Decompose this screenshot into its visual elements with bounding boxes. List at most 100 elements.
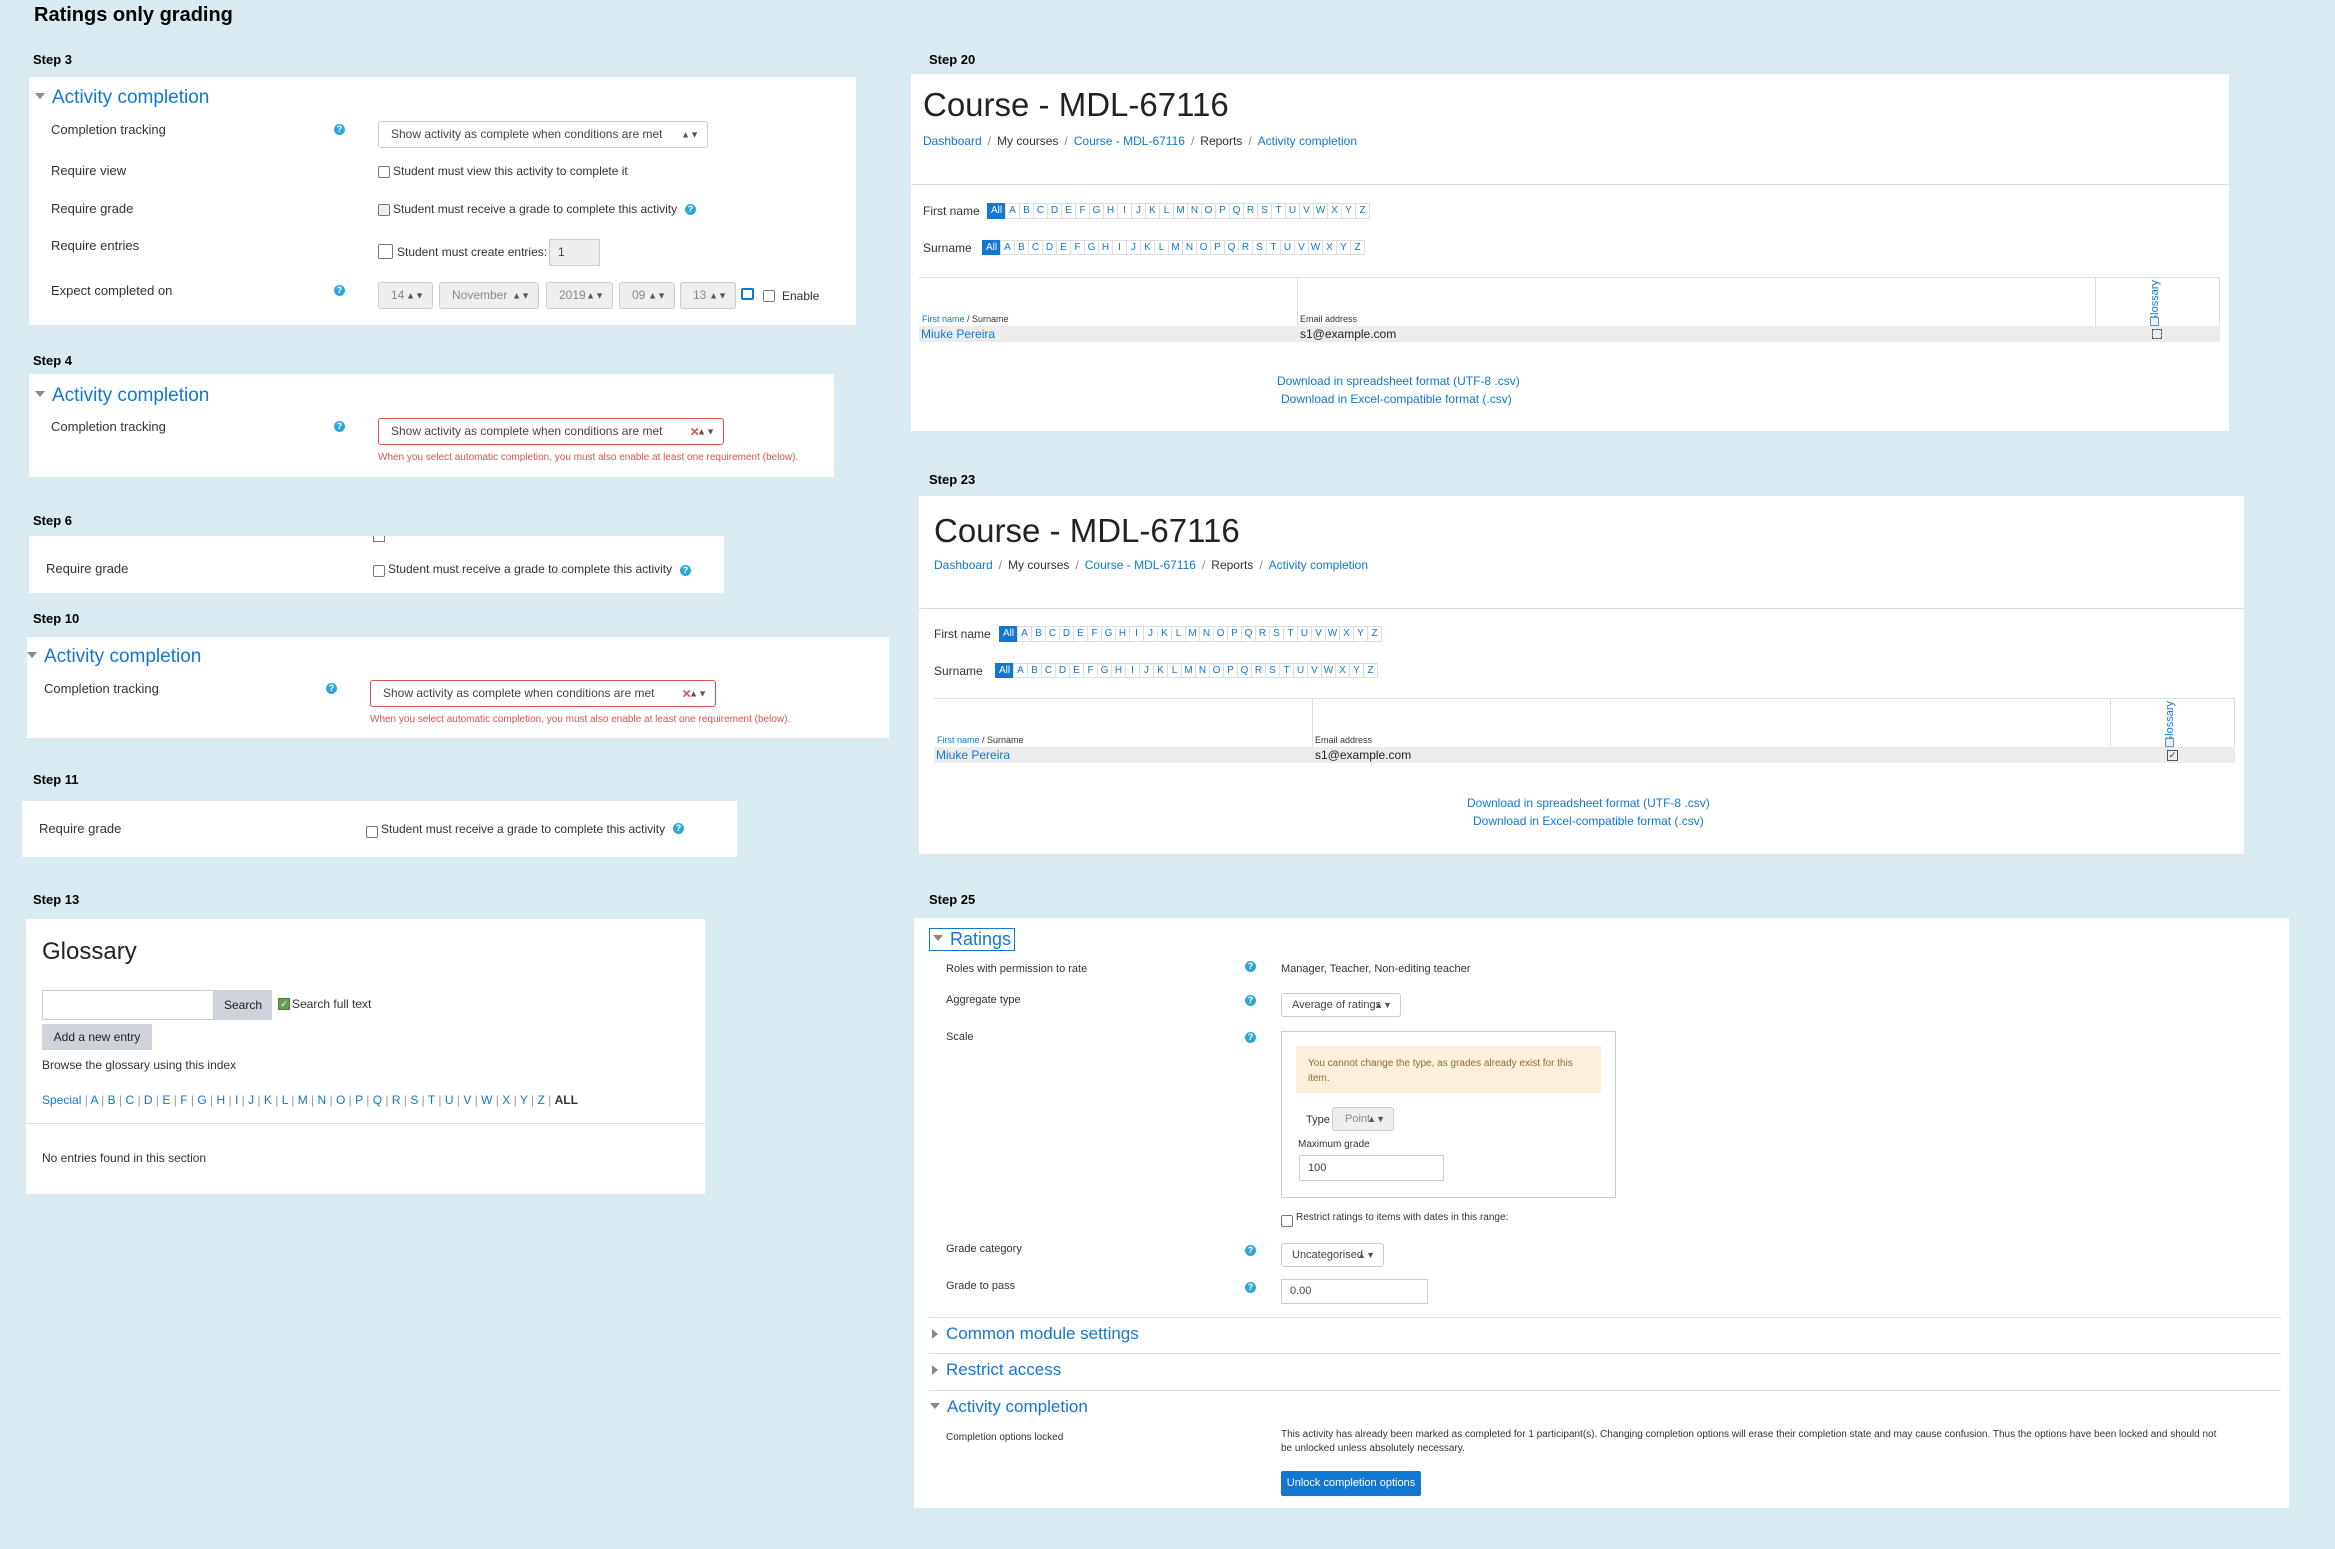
activity-completion-header[interactable]: Activity completion [35,87,209,109]
letter-filter-r[interactable]: R [1251,663,1266,678]
expect-hour-select[interactable]: 09 ▲▼ [619,282,675,309]
glossary-index-t[interactable]: T [428,1093,435,1107]
activity-completion-header[interactable]: Activity completion [35,385,209,407]
letter-filter-z[interactable]: Z [1350,240,1365,255]
expect-month-select[interactable]: November ▲▼ [439,282,539,309]
letter-filter-g[interactable]: G [1089,203,1104,219]
help-icon[interactable]: ? [673,823,684,834]
breadcrumb-dashboard[interactable]: Dashboard [923,134,982,148]
help-icon[interactable]: ? [334,285,345,296]
completion-tracking-select[interactable]: Show activity as complete when condition… [370,680,716,707]
letter-filter-j[interactable]: J [1131,203,1146,219]
download-excel-link[interactable]: Download in Excel-compatible format (.cs… [1281,392,1512,406]
letter-filter-d[interactable]: D [1047,203,1062,219]
letter-filter-j[interactable]: J [1139,663,1154,678]
breadcrumb-my-courses[interactable]: My courses [1008,558,1069,572]
letter-filter-j[interactable]: J [1143,626,1158,642]
letter-filter-t[interactable]: T [1271,203,1286,219]
glossary-index-z[interactable]: Z [537,1093,544,1107]
letter-filter-f[interactable]: F [1083,663,1098,678]
letter-filter-h[interactable]: H [1115,626,1130,642]
letter-filter-p[interactable]: P [1223,663,1238,678]
type-select[interactable]: Point ▲▼ [1332,1107,1394,1131]
letter-filter-p[interactable]: P [1215,203,1230,219]
letter-filter-n[interactable]: N [1199,626,1214,642]
letter-filter-b[interactable]: B [1031,626,1046,642]
letter-filter-t[interactable]: T [1279,663,1294,678]
letter-filter-x[interactable]: X [1339,626,1354,642]
glossary-index-n[interactable]: N [318,1093,327,1107]
letter-filter-k[interactable]: K [1145,203,1160,219]
letter-filter-d[interactable]: D [1059,626,1074,642]
breadcrumb-reports[interactable]: Reports [1200,134,1242,148]
letter-filter-u[interactable]: U [1280,240,1295,255]
breadcrumb-reports[interactable]: Reports [1211,558,1253,572]
letter-filter-o[interactable]: O [1201,203,1216,219]
letter-filter-n[interactable]: N [1187,203,1202,219]
letter-filter-u[interactable]: U [1293,663,1308,678]
glossary-index-a[interactable]: A [90,1093,97,1107]
unlock-completion-button[interactable]: Unlock completion options [1281,1471,1421,1496]
first-name-column-header[interactable]: First name / Surname [937,735,1024,745]
letter-filter-w[interactable]: W [1325,626,1340,642]
enable-checkbox[interactable] [763,290,775,302]
glossary-index-g[interactable]: G [197,1093,206,1107]
letter-filter-g[interactable]: G [1097,663,1112,678]
letter-filter-v[interactable]: V [1294,240,1309,255]
help-icon[interactable]: ? [334,124,345,135]
letter-filter-v[interactable]: V [1311,626,1326,642]
require-grade-checkbox[interactable] [373,565,385,577]
search-button[interactable]: Search [214,990,272,1020]
add-entry-button[interactable]: Add a new entry [42,1024,152,1050]
grade-category-select[interactable]: Uncategorised ▲▼ [1281,1243,1384,1267]
glossary-index-u[interactable]: U [445,1093,454,1107]
letter-filter-all[interactable]: All [995,663,1014,678]
letter-filter-a[interactable]: A [1013,663,1028,678]
letter-filter-f[interactable]: F [1070,240,1085,255]
restrict-ratings-checkbox[interactable] [1281,1215,1293,1227]
help-icon[interactable]: ? [1245,1282,1256,1293]
require-entries-checkbox[interactable] [378,244,393,259]
glossary-index-r[interactable]: R [392,1093,401,1107]
letter-filter-i[interactable]: I [1112,240,1127,255]
letter-filter-v[interactable]: V [1307,663,1322,678]
glossary-index-y[interactable]: Y [520,1093,528,1107]
letter-filter-u[interactable]: U [1285,203,1300,219]
breadcrumb-course[interactable]: Course - MDL-67116 [1085,558,1196,572]
activity-completion-header[interactable]: Activity completion [27,646,201,668]
aggregate-select[interactable]: Average of ratings ▲▼ [1281,993,1401,1017]
letter-filter-z[interactable]: Z [1355,203,1370,219]
letter-filter-f[interactable]: F [1075,203,1090,219]
breadcrumb-activity-completion[interactable]: Activity completion [1269,558,1368,572]
letter-filter-b[interactable]: B [1014,240,1029,255]
calendar-icon[interactable] [741,288,754,300]
letter-filter-l[interactable]: L [1159,203,1174,219]
letter-filter-c[interactable]: C [1041,663,1056,678]
letter-filter-l[interactable]: L [1171,626,1186,642]
help-icon[interactable]: ? [1245,1245,1256,1256]
letter-filter-l[interactable]: L [1154,240,1169,255]
letter-filter-z[interactable]: Z [1363,663,1378,678]
letter-filter-s[interactable]: S [1269,626,1284,642]
common-module-settings-header[interactable]: Common module settings [932,1324,1139,1344]
letter-filter-n[interactable]: N [1195,663,1210,678]
glossary-index-w[interactable]: W [481,1093,492,1107]
letter-filter-c[interactable]: C [1045,626,1060,642]
letter-filter-o[interactable]: O [1196,240,1211,255]
letter-filter-all[interactable]: All [982,240,1001,255]
letter-filter-k[interactable]: K [1157,626,1172,642]
letter-filter-h[interactable]: H [1098,240,1113,255]
require-view-checkbox[interactable] [378,166,390,178]
letter-filter-t[interactable]: T [1283,626,1298,642]
letter-filter-x[interactable]: X [1327,203,1342,219]
letter-filter-r[interactable]: R [1238,240,1253,255]
letter-filter-e[interactable]: E [1073,626,1088,642]
help-icon[interactable]: ? [680,565,691,576]
glossary-column-header[interactable]: Glossary [2149,280,2161,328]
letter-filter-x[interactable]: X [1335,663,1350,678]
require-grade-checkbox[interactable] [378,204,390,216]
glossary-index-k[interactable]: K [264,1093,272,1107]
letter-filter-e[interactable]: E [1056,240,1071,255]
letter-filter-a[interactable]: A [1000,240,1015,255]
letter-filter-t[interactable]: T [1266,240,1281,255]
